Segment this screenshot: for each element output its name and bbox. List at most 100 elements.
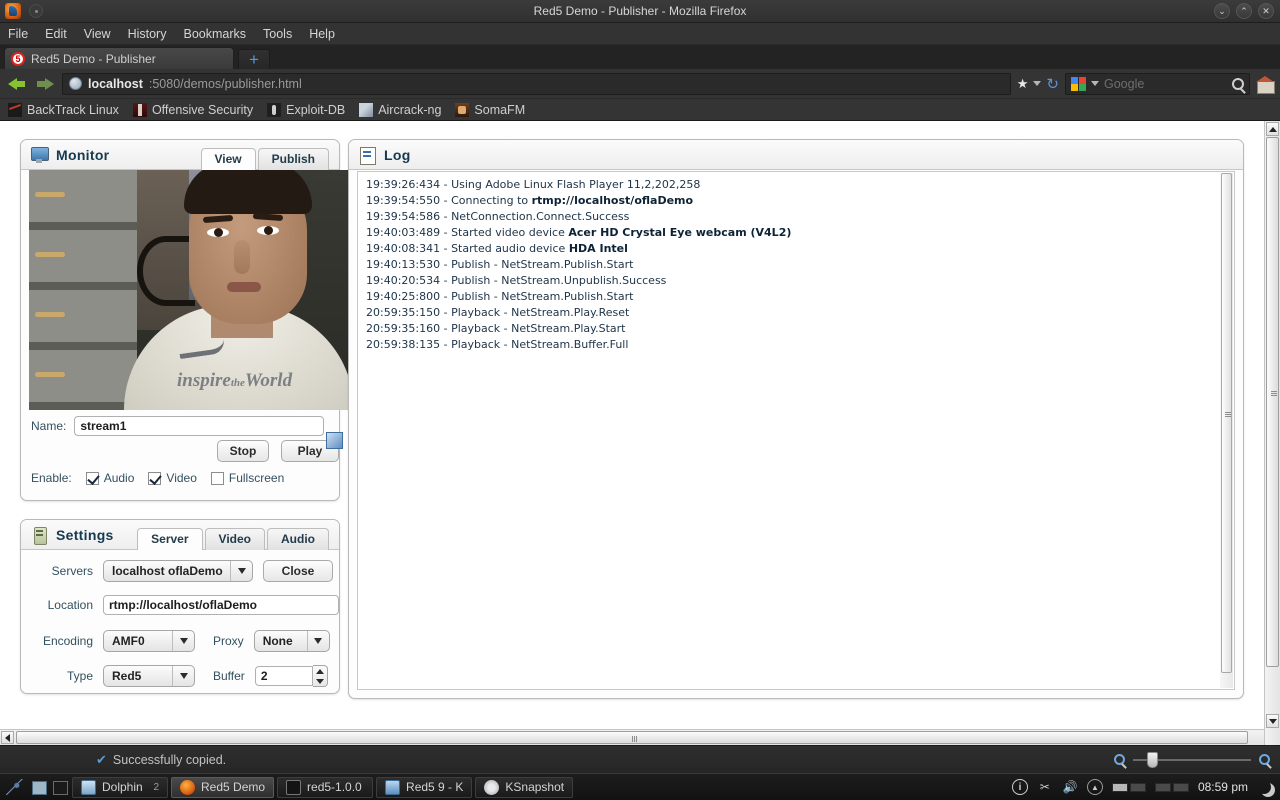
shirt-text-1: inspire bbox=[177, 370, 231, 391]
search-icon[interactable] bbox=[1232, 77, 1244, 90]
chevron-down-icon[interactable] bbox=[1033, 81, 1042, 86]
zoom-slider-track[interactable] bbox=[1133, 751, 1251, 768]
address-bar[interactable]: localhost:5080/demos/publisher.html bbox=[62, 72, 1011, 95]
red5-favicon-icon: 5 bbox=[11, 51, 25, 66]
bookmark-aircrack-ng[interactable]: Aircrack-ng bbox=[359, 102, 441, 117]
vscroll-thumb[interactable] bbox=[1266, 137, 1279, 667]
hscroll-left-arrow-icon[interactable] bbox=[1, 731, 14, 744]
bookmark-somafm[interactable]: SomaFM bbox=[455, 102, 525, 117]
home-icon[interactable] bbox=[1256, 75, 1275, 94]
shirt-text-3: World bbox=[244, 370, 293, 391]
info-icon[interactable]: i bbox=[1011, 779, 1028, 795]
new-tab-button[interactable]: + bbox=[238, 49, 270, 69]
bookmark-offensive-security[interactable]: Offensive Security bbox=[132, 102, 253, 117]
taskbar-item-red5-demo[interactable]: Red5 Demo bbox=[171, 776, 275, 798]
checkbox-audio[interactable]: Audio bbox=[85, 471, 134, 485]
pager-desktop-4[interactable] bbox=[1172, 782, 1189, 792]
bookmark-star-icon[interactable]: ★ bbox=[1017, 76, 1029, 92]
stop-button[interactable]: Stop bbox=[217, 440, 269, 462]
menu-help[interactable]: Help bbox=[309, 27, 335, 41]
browser-tab-publisher[interactable]: 5 Red5 Demo - Publisher bbox=[4, 47, 234, 69]
log-scroll-thumb[interactable] bbox=[1221, 173, 1232, 673]
close-icon[interactable]: ✕ bbox=[1258, 3, 1274, 19]
clock[interactable]: 08:59 pm bbox=[1198, 780, 1248, 794]
proxy-chevron-down-icon[interactable] bbox=[306, 631, 329, 651]
taskbar-item-red5-terminal[interactable]: red5-1.0.0 bbox=[277, 776, 374, 798]
monitor-title: Monitor bbox=[56, 146, 110, 163]
servers-select[interactable]: localhost oflaDemo bbox=[103, 560, 253, 582]
google-logo-icon bbox=[1071, 76, 1086, 91]
close-server-button[interactable]: Close bbox=[263, 560, 333, 582]
tab-audio[interactable]: Audio bbox=[267, 527, 329, 550]
search-input[interactable]: Google bbox=[1065, 72, 1250, 95]
forward-arrow-icon[interactable] bbox=[34, 74, 56, 94]
clipboard-cut-icon[interactable]: ✂ bbox=[1037, 779, 1053, 795]
vscroll-down-arrow-icon[interactable] bbox=[1266, 714, 1279, 728]
encoding-chevron-down-icon[interactable] bbox=[172, 631, 194, 651]
type-chevron-down-icon[interactable] bbox=[172, 666, 194, 686]
moon-icon[interactable] bbox=[1257, 780, 1271, 794]
bookmark-backtrack-linux[interactable]: BackTrack Linux bbox=[8, 102, 119, 117]
tab-view[interactable]: View bbox=[200, 147, 256, 170]
desktop-pager[interactable] bbox=[1111, 782, 1146, 792]
vscroll-up-arrow-icon[interactable] bbox=[1266, 122, 1279, 136]
maximize-icon[interactable]: ⌃ bbox=[1236, 3, 1252, 19]
menu-edit[interactable]: Edit bbox=[45, 27, 67, 41]
window-menu-dot[interactable] bbox=[29, 4, 43, 18]
checkbox-fullscreen-box[interactable] bbox=[210, 471, 224, 485]
kde-menu-icon[interactable] bbox=[3, 776, 27, 798]
volume-icon[interactable]: 🔊 bbox=[1062, 779, 1078, 795]
pager-desktop-1[interactable] bbox=[1111, 782, 1128, 792]
checkbox-video-box[interactable] bbox=[148, 471, 162, 485]
encoding-select[interactable]: AMF0 bbox=[103, 630, 195, 652]
buffer-stepper[interactable] bbox=[312, 665, 328, 687]
type-select[interactable]: Red5 bbox=[103, 665, 195, 687]
menu-bookmarks[interactable]: Bookmarks bbox=[183, 27, 246, 41]
checkbox-video[interactable]: Video bbox=[148, 471, 197, 485]
page-vertical-scrollbar[interactable] bbox=[1264, 121, 1280, 745]
updater-icon[interactable]: ▲ bbox=[1086, 779, 1103, 795]
proxy-select[interactable]: None bbox=[253, 630, 330, 652]
zoom-out-icon[interactable] bbox=[1114, 754, 1125, 765]
servers-chevron-down-icon[interactable] bbox=[230, 561, 252, 581]
location-input[interactable]: rtmp://localhost/oflaDemo bbox=[103, 595, 339, 615]
zoom-in-icon[interactable] bbox=[1259, 754, 1270, 765]
tab-publish[interactable]: Publish bbox=[257, 147, 329, 170]
log-output[interactable]: 19:39:26:434 - Using Adobe Linux Flash P… bbox=[357, 171, 1235, 690]
menu-view[interactable]: View bbox=[84, 27, 111, 41]
pager-desktop-2[interactable] bbox=[1129, 782, 1146, 792]
menu-tools[interactable]: Tools bbox=[263, 27, 292, 41]
tab-label: Red5 Demo - Publisher bbox=[31, 51, 156, 66]
reload-icon[interactable]: ↻ bbox=[1046, 75, 1059, 93]
search-engine-chevron-icon[interactable] bbox=[1091, 81, 1099, 86]
minimize-icon[interactable]: ⌄ bbox=[1214, 3, 1230, 19]
video-preview[interactable]: inspiretheWorld bbox=[29, 170, 349, 410]
taskbar-item-dolphin[interactable]: Dolphin 2 bbox=[72, 776, 168, 798]
zoom-slider-handle[interactable] bbox=[1147, 751, 1158, 768]
search-placeholder: Google bbox=[1104, 76, 1145, 91]
hscroll-thumb[interactable] bbox=[16, 731, 1248, 744]
tab-server[interactable]: Server bbox=[137, 527, 203, 550]
zoom-slider-control[interactable] bbox=[1114, 751, 1270, 768]
buffer-input[interactable]: 2 bbox=[254, 666, 313, 686]
taskbar-item-red5-9[interactable]: Red5 9 - K bbox=[376, 776, 473, 798]
drag-cursor-icon bbox=[326, 432, 343, 449]
bookmark-exploit-db[interactable]: Exploit-DB bbox=[267, 102, 345, 117]
checkbox-audio-box[interactable] bbox=[85, 471, 99, 485]
back-arrow-icon[interactable] bbox=[6, 74, 28, 94]
menu-file[interactable]: File bbox=[8, 27, 28, 41]
log-vertical-scrollbar[interactable] bbox=[1220, 173, 1233, 688]
stream-name-input[interactable]: stream1 bbox=[74, 416, 325, 436]
checkbox-fullscreen[interactable]: Fullscreen bbox=[210, 471, 284, 485]
desktop-pager-row2[interactable] bbox=[1154, 782, 1189, 792]
tab-video[interactable]: Video bbox=[204, 527, 265, 550]
log-line: 20:59:35:150 - Playback - NetStream.Play… bbox=[366, 306, 630, 319]
pager-desktop-3[interactable] bbox=[1154, 782, 1171, 792]
page-horizontal-scrollbar[interactable] bbox=[0, 729, 1264, 745]
file-manager-launcher-icon[interactable] bbox=[30, 778, 48, 796]
taskbar-item-ksnapshot[interactable]: KSnapshot bbox=[475, 776, 574, 798]
log-title: Log bbox=[384, 146, 411, 163]
monitor-icon bbox=[31, 146, 49, 163]
terminal-launcher-icon[interactable] bbox=[51, 778, 69, 796]
menu-history[interactable]: History bbox=[128, 27, 167, 41]
